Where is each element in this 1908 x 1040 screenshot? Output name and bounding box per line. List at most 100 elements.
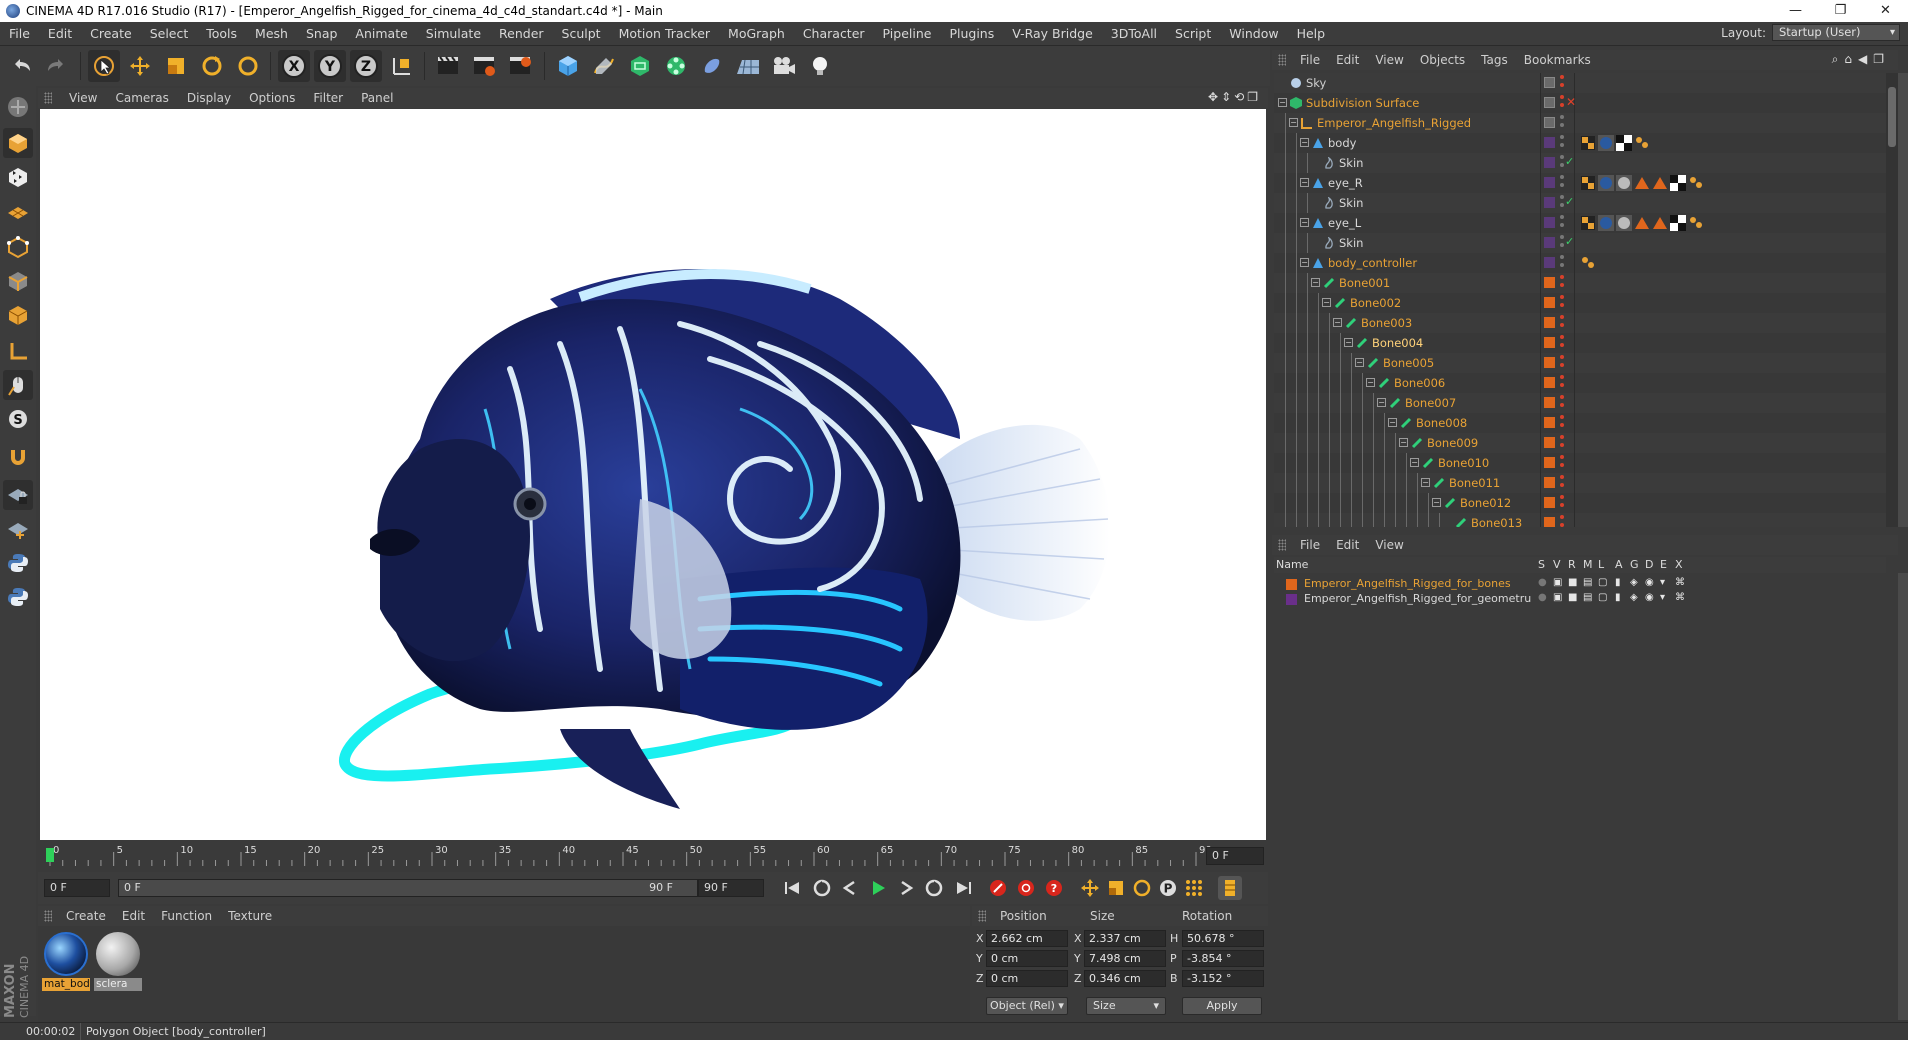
tree-expand-toggle[interactable]: − bbox=[1410, 458, 1419, 467]
layer-color-swatch[interactable] bbox=[1544, 457, 1555, 468]
layer-flag-toggle[interactable]: ▮ bbox=[1615, 592, 1621, 603]
viewport-orbit-icon[interactable]: ⟲ bbox=[1234, 90, 1244, 104]
object-tag-icon[interactable] bbox=[1652, 215, 1668, 231]
material-menu-function[interactable]: Function bbox=[153, 909, 220, 923]
keyframe-selection-icon[interactable]: ? bbox=[1042, 876, 1066, 900]
object-row[interactable]: − body bbox=[1274, 133, 1886, 153]
layer-flag-toggle[interactable]: ◈ bbox=[1630, 592, 1638, 603]
tree-expand-toggle[interactable]: − bbox=[1399, 438, 1408, 447]
x-axis-icon[interactable]: X bbox=[278, 50, 310, 82]
key-parameter-icon[interactable]: P bbox=[1156, 876, 1180, 900]
object-row[interactable]: − Bone010 bbox=[1274, 453, 1886, 473]
layer-flag-toggle[interactable]: ● bbox=[1538, 577, 1547, 588]
object-name[interactable]: Bone013 bbox=[1471, 516, 1522, 527]
layer-color-swatch[interactable] bbox=[1544, 277, 1555, 288]
object-name[interactable]: Bone001 bbox=[1339, 276, 1390, 290]
tree-expand-toggle[interactable]: − bbox=[1388, 418, 1397, 427]
layer-color-swatch[interactable] bbox=[1544, 237, 1555, 248]
object-name[interactable]: eye_L bbox=[1328, 216, 1361, 230]
make-editable-icon[interactable] bbox=[3, 92, 33, 122]
object-name[interactable]: Sky bbox=[1306, 76, 1326, 90]
layer-color-swatch[interactable] bbox=[1544, 377, 1555, 388]
key-position-icon[interactable] bbox=[1078, 876, 1102, 900]
visibility-dots[interactable] bbox=[1560, 75, 1565, 91]
world-coordinates-icon[interactable] bbox=[386, 50, 418, 82]
object-row[interactable]: − Bone004 bbox=[1274, 333, 1886, 353]
layer-color-swatch[interactable] bbox=[1544, 417, 1555, 428]
layer-flag-toggle[interactable]: ■ bbox=[1568, 592, 1577, 603]
object-name[interactable]: Bone008 bbox=[1416, 416, 1467, 430]
menu-motion-tracker[interactable]: Motion Tracker bbox=[610, 26, 719, 41]
tree-expand-toggle[interactable]: − bbox=[1300, 138, 1309, 147]
object-row[interactable]: Skin ✓ bbox=[1274, 193, 1886, 213]
object-tag-icon[interactable] bbox=[1616, 175, 1632, 191]
object-menu-file[interactable]: File bbox=[1292, 53, 1328, 67]
object-name[interactable]: Bone002 bbox=[1350, 296, 1401, 310]
object-row[interactable]: Skin ✓ bbox=[1274, 233, 1886, 253]
rotation-p-field[interactable]: -3.854 ° bbox=[1182, 950, 1264, 967]
end-frame-field[interactable]: 90 F bbox=[698, 879, 764, 897]
object-name[interactable]: Bone011 bbox=[1449, 476, 1500, 490]
menu-sculpt[interactable]: Sculpt bbox=[553, 26, 610, 41]
live-selection-icon[interactable] bbox=[88, 50, 120, 82]
coordinate-mode-dropdown[interactable]: Object (Rel) ▾ bbox=[986, 997, 1068, 1015]
object-name[interactable]: Bone007 bbox=[1405, 396, 1456, 410]
workplane-snap-icon[interactable] bbox=[3, 514, 33, 544]
visibility-dots[interactable] bbox=[1560, 415, 1565, 431]
python-plugin-icon[interactable] bbox=[3, 582, 33, 612]
tree-expand-toggle[interactable]: − bbox=[1300, 218, 1309, 227]
size-x-field[interactable]: 2.337 cm bbox=[1084, 930, 1166, 947]
layer-flag-toggle[interactable]: ▾ bbox=[1660, 577, 1665, 588]
layer-color-swatch[interactable] bbox=[1544, 297, 1555, 308]
menu-mesh[interactable]: Mesh bbox=[246, 26, 297, 41]
tree-expand-toggle[interactable]: − bbox=[1432, 498, 1441, 507]
subdivision-icon[interactable] bbox=[624, 50, 656, 82]
y-axis-icon[interactable]: Y bbox=[314, 50, 346, 82]
visibility-dots[interactable] bbox=[1560, 135, 1565, 151]
visibility-dots[interactable] bbox=[1560, 515, 1565, 527]
object-name[interactable]: Bone005 bbox=[1383, 356, 1434, 370]
apply-button[interactable]: Apply bbox=[1182, 997, 1262, 1015]
material-mat-bod[interactable]: mat_bod bbox=[42, 930, 90, 992]
tree-expand-toggle[interactable]: − bbox=[1311, 278, 1320, 287]
visibility-dots[interactable] bbox=[1560, 95, 1565, 111]
expand-panel-icon[interactable]: ❐ bbox=[1873, 52, 1884, 67]
object-name[interactable]: eye_R bbox=[1328, 176, 1363, 190]
tree-expand-toggle[interactable]: − bbox=[1344, 338, 1353, 347]
viewport-maximize-icon[interactable]: ❐ bbox=[1247, 90, 1258, 104]
menu-vray-bridge[interactable]: V-Ray Bridge bbox=[1003, 26, 1102, 41]
layer-flag-toggle[interactable]: ▣ bbox=[1553, 592, 1562, 603]
menu-character[interactable]: Character bbox=[794, 26, 874, 41]
layer-color-swatch[interactable] bbox=[1544, 197, 1555, 208]
material-sclera[interactable]: sclera bbox=[94, 930, 142, 992]
menu-mograph[interactable]: MoGraph bbox=[719, 26, 794, 41]
enable-axis-icon[interactable] bbox=[3, 336, 33, 366]
object-tag-icon[interactable] bbox=[1670, 215, 1686, 231]
workplane-mode-icon[interactable] bbox=[3, 196, 33, 226]
start-frame-field[interactable]: 0 F bbox=[44, 879, 110, 897]
object-tag-icon[interactable] bbox=[1634, 175, 1650, 191]
viewport-menu-options[interactable]: Options bbox=[240, 91, 304, 105]
visibility-dots[interactable] bbox=[1560, 335, 1565, 351]
playhead-marker[interactable] bbox=[46, 848, 54, 862]
tree-expand-toggle[interactable]: − bbox=[1355, 358, 1364, 367]
previous-keyframe-icon[interactable] bbox=[810, 876, 834, 900]
object-row[interactable]: Sky bbox=[1274, 73, 1886, 93]
object-row[interactable]: − Emperor_Angelfish_Rigged bbox=[1274, 113, 1886, 133]
redo-icon[interactable] bbox=[40, 50, 72, 82]
edges-mode-icon[interactable] bbox=[3, 266, 33, 296]
layer-color-swatch[interactable] bbox=[1544, 157, 1555, 168]
object-row[interactable]: − Bone002 bbox=[1274, 293, 1886, 313]
viewport-menu-display[interactable]: Display bbox=[178, 91, 240, 105]
object-row[interactable]: − Bone007 bbox=[1274, 393, 1886, 413]
object-row[interactable]: − Subdivision Surface ✕ bbox=[1274, 93, 1886, 113]
snapping-icon[interactable]: S bbox=[3, 404, 33, 434]
rotate-icon[interactable] bbox=[196, 50, 228, 82]
rotation-h-field[interactable]: 50.678 ° bbox=[1182, 930, 1264, 947]
object-name[interactable]: Bone004 bbox=[1372, 336, 1423, 350]
layer-color-swatch[interactable] bbox=[1544, 97, 1555, 108]
menu-script[interactable]: Script bbox=[1166, 26, 1220, 41]
tree-expand-toggle[interactable]: − bbox=[1366, 378, 1375, 387]
object-tag-icon[interactable] bbox=[1634, 135, 1650, 151]
lock-workplane-icon[interactable] bbox=[3, 480, 33, 510]
